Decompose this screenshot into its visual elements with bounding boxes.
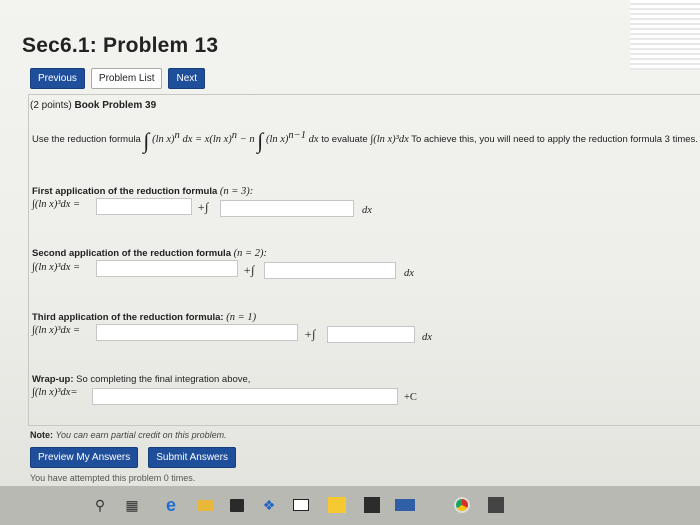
attempts-text: You have attempted this problem 0 times. <box>30 473 196 483</box>
task-view-icon[interactable]: ▦ <box>124 492 140 518</box>
dropbox-icon[interactable]: ❖ <box>260 492 278 518</box>
formula-mid: dx = x(ln x) <box>182 134 232 145</box>
integral-sign: ∫ <box>143 128 150 153</box>
settings-icon[interactable] <box>486 492 506 518</box>
next-button[interactable]: Next <box>168 68 206 89</box>
step2-plus-integral: +∫ <box>243 263 255 277</box>
webwork-page: Sec6.1: Problem 13 Previous Problem List… <box>0 0 700 486</box>
step3-dx: dx <box>422 332 432 343</box>
chrome-icon[interactable] <box>452 492 472 518</box>
integral-sign-2: ∫ <box>257 128 264 153</box>
taskbar: ⚲ ▦ e ❖ <box>0 486 700 525</box>
step2-n: (n = 2): <box>233 248 267 259</box>
app-j-icon[interactable] <box>362 492 382 518</box>
wrapup-expr: ∫(ln x)³dx= <box>32 387 78 398</box>
step2-label-text: Second application of the reduction form… <box>32 248 231 259</box>
target-integral: ∫(ln x)³dx <box>370 134 409 145</box>
step1-dx: dx <box>362 205 372 216</box>
step1-plus-integral: +∫ <box>197 200 209 214</box>
step3-answer-1[interactable] <box>96 324 298 341</box>
step2-dx: dx <box>404 268 414 279</box>
formula-n-exp-2: n <box>231 129 238 141</box>
step3-n: (n = 1) <box>226 312 257 323</box>
intro-prefix: Use the reduction formula <box>32 134 141 145</box>
formula-n-exp: n <box>174 129 180 141</box>
step1-expr: ∫(ln x)³dx = <box>32 199 81 210</box>
problem-nav: Previous Problem List Next <box>30 68 206 89</box>
window-glare <box>630 0 700 70</box>
formula-minus-n: − n <box>239 134 255 145</box>
step1-answer-1[interactable] <box>96 198 192 215</box>
app-news-icon[interactable] <box>394 492 416 518</box>
step1-answer-2[interactable] <box>220 200 354 217</box>
note-text: You can earn partial credit on this prob… <box>55 430 227 440</box>
problem-header: (2 points) Book Problem 39 <box>30 100 156 111</box>
wrapup: Wrap-up: So completing the final integra… <box>32 374 250 385</box>
step2-answer-2[interactable] <box>264 262 396 279</box>
formula-lhs: (ln x) <box>152 134 175 145</box>
step1-n: (n = 3): <box>219 186 254 197</box>
wrapup-label: Wrap-up: <box>32 374 74 385</box>
formula-tail: (ln x) <box>265 134 289 145</box>
problem-intro: Use the reduction formula ∫ (ln x)n dx =… <box>32 128 698 154</box>
app-a-icon[interactable] <box>326 492 348 518</box>
answer-actions: Preview My Answers Submit Answers <box>30 447 236 468</box>
step3-label: Third application of the reduction formu… <box>32 312 256 323</box>
store-icon[interactable] <box>228 492 246 518</box>
note-label: Note: <box>30 430 53 440</box>
problem-list-button[interactable]: Problem List <box>90 68 163 89</box>
step2-answer-1[interactable] <box>96 260 238 277</box>
search-icon[interactable]: ⚲ <box>92 492 108 518</box>
formula-dx: dx <box>308 134 319 145</box>
file-explorer-icon[interactable] <box>196 492 214 518</box>
page-title: Sec6.1: Problem 13 <box>22 34 219 57</box>
wrapup-plus-c: +C <box>404 392 417 403</box>
intro-suffix: To achieve this, you will need to apply … <box>411 134 698 145</box>
step3-answer-2[interactable] <box>327 326 415 343</box>
problem-name: Book Problem 39 <box>74 100 157 111</box>
step3-plus-integral: +∫ <box>304 327 316 341</box>
to-evaluate-text: to evaluate <box>321 134 368 145</box>
step2-expr: ∫(ln x)³dx = <box>32 262 81 273</box>
formula-n-minus-1-exp: n−1 <box>288 129 307 141</box>
wrapup-text: So completing the final integration abov… <box>76 374 251 385</box>
step2-label: Second application of the reduction form… <box>32 248 267 259</box>
edge-icon[interactable]: e <box>160 492 182 518</box>
note: Note: You can earn partial credit on thi… <box>30 430 227 440</box>
points-text: (2 points) <box>30 100 72 111</box>
step3-label-text: Third application of the reduction formu… <box>32 312 224 323</box>
step3-expr: ∫(ln x)³dx = <box>32 325 81 336</box>
preview-answers-button[interactable]: Preview My Answers <box>30 447 139 468</box>
submit-answers-button[interactable]: Submit Answers <box>148 447 236 468</box>
previous-button[interactable]: Previous <box>30 68 85 89</box>
wrapup-answer[interactable] <box>92 388 398 405</box>
step1-label-text: First application of the reduction formu… <box>32 186 218 197</box>
mail-icon[interactable] <box>292 492 310 518</box>
step1-label: First application of the reduction formu… <box>32 186 253 197</box>
